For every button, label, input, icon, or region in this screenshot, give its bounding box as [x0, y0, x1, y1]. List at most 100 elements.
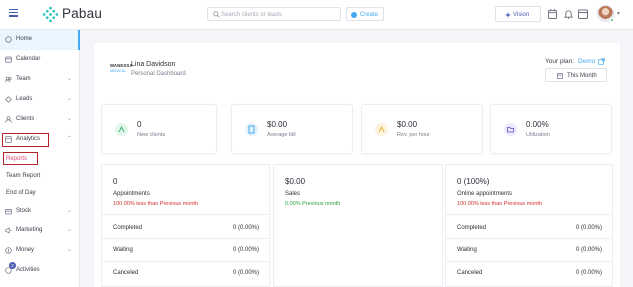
detail-value: $0.00: [285, 177, 306, 186]
sidebar-item-marketing[interactable]: Marketing ⌄: [0, 221, 80, 241]
row-value: 0 (0.00%): [232, 225, 259, 231]
hamburger-menu-icon[interactable]: [9, 9, 18, 18]
chevron-down-icon: ⌄: [67, 227, 73, 233]
detail-label: Online appointments: [457, 191, 513, 197]
stat-label: Rev. per hour: [397, 132, 430, 138]
clients-icon: [5, 116, 12, 123]
stat-value: 0: [137, 120, 142, 129]
sidebar-item-label: Marketing: [16, 227, 43, 233]
stock-icon: [5, 209, 12, 215]
detail-delta: 100.00% less than Previous month: [457, 201, 542, 207]
chevron-up-icon: ⌃: [67, 136, 73, 142]
row-label: Waiting: [457, 247, 477, 253]
divider: [102, 214, 269, 215]
stat-value: $0.00: [397, 120, 418, 129]
activities-badge: 2: [9, 262, 16, 269]
create-label: Create: [360, 11, 379, 18]
calendar-icon[interactable]: [578, 9, 588, 19]
home-icon: [5, 36, 12, 43]
divider: [102, 238, 269, 239]
row-label: Completed: [113, 225, 143, 231]
bell-icon[interactable]: [564, 9, 573, 19]
row-label: Waiting: [113, 247, 133, 253]
row-value: 0 (0.00%): [575, 247, 602, 253]
divider: [446, 214, 612, 215]
sidebar-item-label: Team: [16, 76, 31, 82]
plan-link[interactable]: Demo: [578, 58, 595, 65]
sidebar-item-home[interactable]: Home: [0, 30, 80, 50]
sidebar-subitem-team-report[interactable]: Team Report: [0, 168, 80, 184]
divider: [446, 261, 612, 262]
sidebar-subitem-label: End of Day: [6, 190, 36, 196]
divider: [102, 261, 269, 262]
detail-delta: 0.00% Previous month: [285, 201, 341, 207]
sidebar-item-calendar[interactable]: Calendar: [0, 50, 80, 70]
vision-button[interactable]: Vision: [495, 6, 541, 22]
detail-card-appointments: 0 Appointments 100.00% less than Previou…: [101, 164, 270, 287]
sidebar-item-team[interactable]: Team ⌄: [0, 70, 80, 90]
dashboard-subtitle: Personal Dashboard: [131, 71, 186, 77]
detail-label: Sales: [285, 191, 301, 197]
search-input[interactable]: Search clients or leads: [207, 7, 341, 21]
marketing-icon: [5, 227, 12, 234]
create-button[interactable]: Create: [346, 7, 384, 21]
detail-card-sales: $0.00 Sales 0.00% Previous month: [273, 164, 443, 287]
calendar-icon: [5, 56, 12, 63]
clinic-logo: WANESSA MEDICAL: [110, 63, 132, 73]
chevron-down-icon: ⌄: [67, 96, 73, 102]
sparkle-icon: [505, 12, 511, 18]
clinic-logo-line2: MEDICAL: [110, 69, 126, 73]
sidebar-item-label: Home: [16, 36, 33, 42]
row-value: 0 (0.00%): [575, 225, 602, 231]
sidebar-subitem-end-of-day[interactable]: End of Day: [0, 185, 80, 201]
chevron-down-icon: ⌄: [67, 247, 73, 253]
row-label: Completed: [457, 225, 487, 231]
divider: [446, 238, 612, 239]
sidebar-item-stock[interactable]: Stock ⌄: [0, 202, 80, 222]
chevron-down-icon: ⌄: [67, 208, 73, 214]
detail-delta: 100.00% less than Previous month: [113, 201, 198, 207]
stat-card-average-bill: $0.00 Average bill: [231, 104, 353, 154]
chevron-down-icon[interactable]: ▾: [617, 10, 620, 17]
chevron-down-icon: ⌄: [67, 76, 73, 82]
stat-value: 0.00%: [526, 120, 549, 129]
app-logo-text[interactable]: Pabau: [62, 6, 102, 21]
period-select-button[interactable]: This Month: [545, 68, 607, 82]
team-icon: [5, 76, 12, 83]
stat-value: $0.00: [267, 120, 288, 129]
calendar-check-icon[interactable]: [548, 9, 557, 19]
sidebar-subitem-label: Team Report: [6, 173, 41, 179]
top-bar: Pabau Search clients or leads Create Vis…: [0, 0, 633, 30]
search-icon: [213, 11, 220, 18]
sidebar-item-label: Clients: [16, 116, 35, 122]
detail-card-online-appointments: 0 (100%) Online appointments 100.00% les…: [445, 164, 613, 287]
stat-label: New clients: [137, 132, 166, 138]
revenue-icon: [375, 123, 388, 136]
sidebar-item-money[interactable]: Money ⌄: [0, 241, 80, 261]
sidebar-item-clients[interactable]: Clients ⌄: [0, 110, 80, 130]
detail-label: Appointments: [113, 191, 150, 197]
new-clients-icon: [115, 123, 128, 136]
row-value: 0 (0.00%): [232, 270, 259, 276]
sidebar-item-label: Leads: [16, 96, 33, 102]
external-link-icon[interactable]: [598, 58, 605, 65]
row-value: 0 (0.00%): [232, 247, 259, 253]
stat-card-rev-per-hour: $0.00 Rev. per hour: [361, 104, 483, 154]
sidebar-item-leads[interactable]: Leads ⌄: [0, 90, 80, 110]
sidebar-item-label: Calendar: [16, 56, 41, 62]
chevron-down-icon: ⌄: [67, 116, 73, 122]
online-status-dot: [610, 18, 614, 22]
user-name: Lina Davidson: [131, 61, 176, 68]
pabau-logo-icon[interactable]: [42, 6, 59, 23]
money-icon: [5, 247, 12, 254]
clinic-logo-line1: WANESSA: [110, 63, 133, 68]
stat-card-utilization: 0.00% Utilization: [490, 104, 612, 154]
detail-value: 0: [113, 177, 118, 186]
plan-label: Your plan:: [545, 58, 575, 65]
stat-card-new-clients: 0 New clients: [101, 104, 217, 154]
sidebar-item-label: Activities: [16, 267, 40, 273]
detail-value: 0 (100%): [457, 177, 490, 186]
stat-label: Average bill: [267, 132, 296, 138]
vision-label: Vision: [513, 11, 530, 18]
calendar-icon: [557, 72, 563, 79]
